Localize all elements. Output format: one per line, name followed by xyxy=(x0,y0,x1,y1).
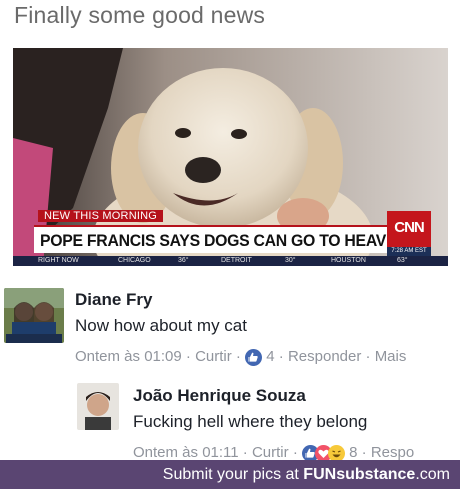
thumbs-up-icon[interactable] xyxy=(245,348,263,366)
ticker-item: 30° xyxy=(285,257,296,264)
news-headline: POPE FRANCIS SAYS DOGS CAN GO TO HEAVEN xyxy=(40,231,408,250)
separator: · xyxy=(361,444,371,461)
separator: · xyxy=(185,348,196,365)
separator: · xyxy=(235,348,246,365)
more-link[interactable]: Mais xyxy=(375,348,407,365)
like-link[interactable]: Curtir xyxy=(195,348,232,365)
footer-text: Submit your pics at FUNsubstance.com xyxy=(163,466,450,484)
comment-text: Fucking hell where they belong xyxy=(133,412,368,431)
ticker-item: CHICAGO xyxy=(118,257,151,264)
watermark-footer: Submit your pics at FUNsubstance.com xyxy=(0,460,460,489)
weather-ticker: RIGHT NOW CHICAGO 36° DETROIT 30° HOUSTO… xyxy=(13,256,448,266)
laughing-face-icon[interactable] xyxy=(327,444,345,462)
comment-author[interactable]: João Henrique Souza xyxy=(133,386,306,406)
comment-section: Diane Fry Now how about my cat Ontem às … xyxy=(0,270,460,462)
like-link[interactable]: Curtir xyxy=(252,444,289,461)
comment-time[interactable]: Ontem às 01:09 xyxy=(75,348,182,365)
brand-fun: FUN xyxy=(303,466,337,483)
footer-prefix: Submit your pics at xyxy=(162,466,304,483)
ticker-item: 36° xyxy=(178,257,189,264)
news-screenshot: NEW THIS MORNING POPE FRANCIS SAYS DOGS … xyxy=(13,48,448,266)
reply-link[interactable]: Respo xyxy=(371,444,414,461)
reaction-count[interactable]: 8 xyxy=(349,444,357,461)
ticker-item: RIGHT NOW xyxy=(38,257,79,264)
ticker-item: 63° xyxy=(397,257,408,264)
ticker-tag: NEW THIS MORNING xyxy=(38,210,163,222)
broadcast-time: 7:28 AM EST xyxy=(387,247,431,256)
separator: · xyxy=(278,348,288,365)
brand-domain: .com xyxy=(415,466,450,483)
separator: · xyxy=(292,444,302,461)
separator: · xyxy=(242,444,252,461)
comment-time[interactable]: Ontem às 01:11 xyxy=(133,444,239,461)
headline-bar: POPE FRANCIS SAYS DOGS CAN GO TO HEAVEN xyxy=(34,225,408,253)
post-caption: Finally some good news xyxy=(14,2,266,28)
comment-meta: Ontem às 01:11 · Curtir · 8 · Respo xyxy=(133,444,414,462)
brand-substance: substance xyxy=(336,466,416,483)
ticker-item: HOUSTON xyxy=(331,257,366,264)
separator: · xyxy=(365,348,375,365)
comment-author[interactable]: Diane Fry xyxy=(75,290,152,310)
reply-link[interactable]: Responder xyxy=(288,348,361,365)
reaction-count[interactable]: 4 xyxy=(266,348,274,365)
comment-text: Now how about my cat xyxy=(75,316,247,335)
comment-meta: Ontem às 01:09 · Curtir · 4 · Responder … xyxy=(75,348,406,366)
ticker-item: DETROIT xyxy=(221,257,252,264)
cnn-logo: CNN xyxy=(387,211,431,251)
avatar[interactable] xyxy=(77,383,119,430)
avatar[interactable] xyxy=(4,288,64,343)
